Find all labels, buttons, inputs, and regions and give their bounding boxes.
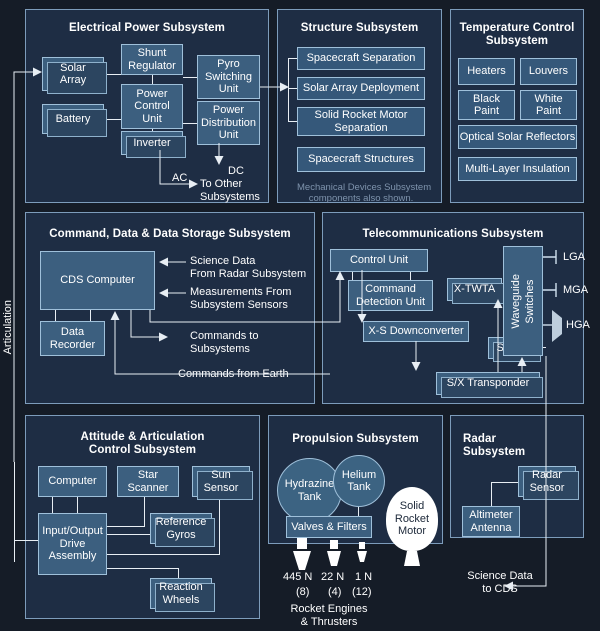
panel-title-temperature-control: Temperature Control Subsystem [459,22,575,47]
box-multi-layer-insulation[interactable]: Multi-Layer Insulation [458,157,577,181]
label-mga: MGA [563,284,589,296]
label-measurements-from-sensors: Measurements From Subsystem Sensors [190,286,292,311]
box-input-output-drive-assembly[interactable]: Input/Output Drive Assembly [38,513,107,575]
link-shunt-pcu [152,75,153,84]
panel-title-electrical-power: Electrical Power Subsystem [68,22,225,34]
box-radar-sensor[interactable]: Radar Sensor [518,466,579,500]
box-solar-array-deployment[interactable]: Solar Array Deployment [297,77,425,100]
panel-title-command-data-storage: Command, Data & Data Storage Subsystem [49,228,291,240]
thruster-caption: Rocket Engines & Thrusters [290,603,368,628]
structure-bracket-bottom [288,121,297,122]
panel-title-attitude-control: Attitude & Articulation Control Subsyste… [80,431,205,456]
label-science-data-to-cds: Science Data to CDS [467,570,533,595]
box-spacecraft-separation[interactable]: Spacecraft Separation [297,47,425,70]
label-science-data-from-radar: Science Data From Radar Subsystem [190,255,307,280]
box-waveguide-switches[interactable]: Waveguide Switches [503,246,543,356]
structure-bracket-mid [288,88,297,89]
box-louvers[interactable]: Louvers [520,58,577,85]
link-computer-ioda-a [52,497,53,513]
box-data-recorder[interactable]: Data Recorder [40,321,105,356]
thruster-1n-count: (12) [352,586,372,598]
box-reaction-wheels[interactable]: Reaction Wheels [150,578,215,612]
thruster-1n-thrust: 1 N [355,571,373,583]
link-sun-sensor-ioda [107,554,220,555]
structure-footnote: Mechanical Devices Subsystem components … [297,182,432,204]
box-x-twta[interactable]: X-TWTA [447,278,505,304]
box-spacecraft-structures[interactable]: Spacecraft Structures [297,147,425,172]
thruster-445n-count: (8) [296,586,310,598]
box-altimeter-antenna[interactable]: Altimeter Antenna [462,506,520,537]
panel-title-telecommunications: Telecommunications Subsystem [362,228,544,240]
circle-helium-tank[interactable]: Helium Tank [333,455,385,507]
link-radar-altimeter-v [491,482,492,506]
link-computer-ioda-b [77,497,78,513]
box-valves-filters[interactable]: Valves & Filters [286,516,372,538]
label-ac: AC [172,172,188,184]
box-battery[interactable]: Battery [42,104,107,137]
box-cds-computer[interactable]: CDS Computer [40,251,155,310]
box-solid-rocket-motor-separation[interactable]: Solid Rocket Motor Separation [297,107,425,136]
box-power-control-unit[interactable]: Power Control Unit [121,84,183,129]
box-shunt-regulator[interactable]: Shunt Regulator [121,44,183,75]
articulation-line [14,462,15,562]
box-x-s-downconverter[interactable]: X-S Downconverter [363,321,469,342]
link-gyros-ioda [107,534,151,535]
spacecraft-subsystem-diagram: Articulation Electrical Power Subsystem … [0,0,600,631]
label-hga: HGA [566,319,590,331]
box-inverter[interactable]: Inverter [121,131,186,158]
label-dc: DC [228,165,244,177]
link-star-scanner-down [144,497,145,526]
box-heaters[interactable]: Heaters [458,58,515,85]
link-cds-recorder-right [90,310,91,321]
label-commands-from-earth: Commands from Earth [178,368,289,380]
box-white-paint[interactable]: White Paint [520,90,577,120]
box-aacs-computer[interactable]: Computer [38,466,107,497]
box-reference-gyros[interactable]: Reference Gyros [150,513,215,547]
box-optical-solar-reflectors[interactable]: Optical Solar Reflectors [458,125,577,149]
structure-bracket-vertical [288,58,289,122]
box-solar-array[interactable]: Solar Array [42,57,107,94]
box-pyro-switching-unit[interactable]: Pyro Switching Unit [197,55,260,99]
link-radar-altimeter-h [491,482,518,483]
box-sx-transponder[interactable]: S/X Transponder [436,372,543,398]
panel-structure: Structure Subsystem [277,9,442,203]
label-to-other-subsystems: To Other Subsystems [200,178,260,203]
box-sun-sensor[interactable]: Sun Sensor [192,466,253,500]
link-cu-cdu-right [410,272,411,280]
box-black-paint[interactable]: Black Paint [458,90,515,120]
box-power-distribution-unit[interactable]: Power Distribution Unit [197,101,260,145]
panel-title-radar: Radar Subsystem [463,433,526,458]
thruster-22n-count: (4) [328,586,342,598]
link-sun-sensor-down [219,497,220,554]
thruster-22n-thrust: 22 N [321,571,345,583]
panel-title-structure: Structure Subsystem [300,22,419,34]
link-star-scanner-ioda [107,526,145,527]
thruster-445n-thrust: 445 N [283,571,313,583]
link-cds-recorder-left [55,310,56,321]
label-lga: LGA [563,251,586,263]
panel-title-propulsion: Propulsion Subsystem [292,433,419,445]
link-pcu-pyro [183,77,197,78]
box-star-scanner[interactable]: Star Scanner [117,466,179,497]
box-control-unit[interactable]: Control Unit [330,249,428,272]
articulation-label: Articulation [2,300,14,355]
circle-hydrazine-tank[interactable]: Hydrazine Tank [277,458,342,523]
link-ioda-wheels-h [107,568,179,569]
waveguide-switches-label: Waveguide Switches [510,273,536,329]
link-cu-cdu-left [352,272,353,280]
shape-solid-rocket-motor[interactable]: Solid Rocket Motor [386,487,438,551]
box-command-detection-unit[interactable]: Command Detection Unit [348,280,433,311]
link-articulation-ioda [14,540,39,541]
link-pcu-pdu [183,123,197,124]
label-commands-to-subsystems: Commands to Subsystems [190,330,259,355]
structure-bracket-top [288,58,297,59]
